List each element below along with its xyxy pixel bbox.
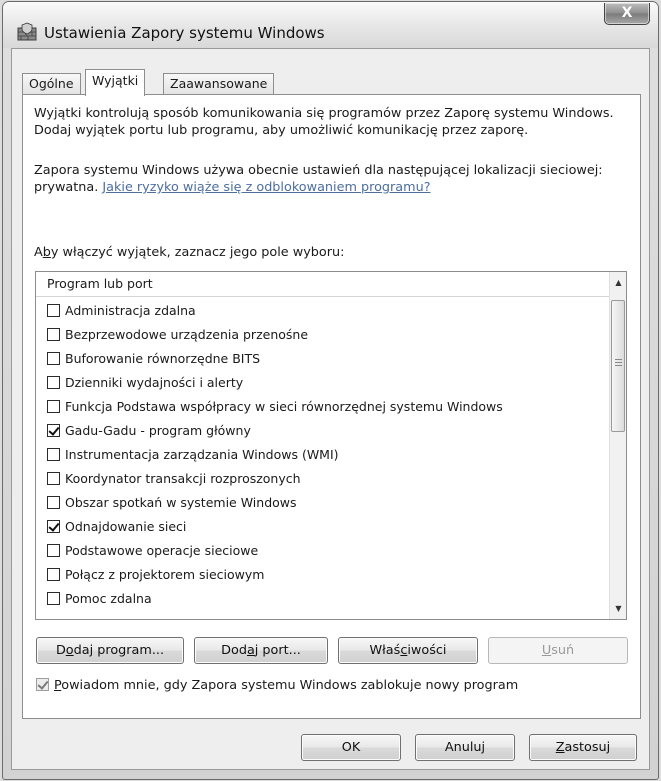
exception-label: Odnajdowanie sieci — [65, 519, 187, 534]
list-item[interactable]: Administracja zdalna — [47, 300, 607, 322]
exception-label: Koordynator transakcji rozproszonych — [65, 471, 301, 486]
thumb-grip — [615, 362, 622, 363]
apply-button[interactable]: Zastosuj — [529, 734, 637, 761]
btn-accel: a — [246, 643, 255, 658]
exception-label: Obszar spotkań w systemie Windows — [65, 495, 297, 510]
exception-checkbox[interactable] — [47, 496, 60, 509]
exception-label: Dzienniki wydajności i alerty — [65, 375, 244, 390]
btn-text: D — [55, 643, 66, 658]
exceptions-panel: Wyjątki kontrolują sposób komunikowania … — [22, 94, 641, 719]
firewall-icon — [17, 22, 37, 41]
exceptions-list[interactable]: Program lub port Administracja zdalna Be… — [35, 271, 627, 620]
list-item[interactable]: Koordynator transakcji rozproszonych — [47, 468, 607, 490]
btn-text: astosuj — [564, 740, 611, 755]
instruction-part: A — [34, 245, 43, 260]
exception-checkbox[interactable] — [47, 448, 60, 461]
close-button[interactable]: X — [604, 3, 650, 25]
list-instruction: Aby włączyć wyjątek, zaznacz jego pole w… — [34, 245, 344, 260]
btn-accel: Z — [555, 740, 565, 755]
remove-button[interactable]: Usuń — [488, 637, 628, 664]
exception-checkbox[interactable] — [47, 376, 60, 389]
exception-label: Pomoc zdalna — [65, 591, 152, 606]
list-item[interactable]: Buforowanie równorzędne BITS — [47, 348, 607, 370]
instruction-accel: b — [42, 245, 51, 260]
add-program-button[interactable]: Dodaj program... — [36, 637, 184, 664]
exception-label: Gadu-Gadu - program główny — [65, 423, 251, 438]
tab-exceptions[interactable]: Wyjątki — [85, 69, 146, 96]
column-header-program[interactable]: Program lub port — [36, 272, 610, 297]
exception-checkbox[interactable] — [47, 520, 60, 533]
exception-label: Instrumentacja zarządzania Windows (WMI) — [65, 447, 339, 462]
scroll-up-arrow-icon[interactable]: ▲ — [610, 274, 626, 291]
risk-help-link[interactable]: Jakie ryzyko wiąże się z odblokowaniem p… — [102, 180, 430, 195]
btn-text: iwości — [407, 643, 447, 658]
list-item[interactable]: Podstawowe operacje sieciowe — [47, 540, 607, 562]
exception-checkbox[interactable] — [47, 544, 60, 557]
btn-accel: U — [541, 643, 552, 658]
instruction-part: y włączyć wyjątek, zaznacz jego pole wyb… — [50, 245, 345, 260]
dialog-window: Ustawienia Zapory systemu Windows X Ogól… — [2, 1, 659, 780]
exception-label: Bezprzewodowe urządzenia przenośne — [65, 327, 309, 342]
list-scrollbar[interactable]: ▲ ▼ — [609, 272, 626, 619]
exception-checkbox[interactable] — [47, 400, 60, 413]
list-item[interactable]: Gadu-Gadu - program główny — [47, 420, 607, 442]
list-item[interactable]: Obszar spotkań w systemie Windows — [47, 492, 607, 514]
exception-label: Buforowanie równorzędne BITS — [65, 351, 261, 366]
cancel-button[interactable]: Anuluj — [415, 734, 515, 761]
thumb-grip — [615, 359, 622, 360]
list-item[interactable]: Pomoc zdalna — [47, 588, 607, 610]
close-icon: X — [621, 5, 633, 21]
exception-label: Administracja zdalna — [65, 303, 196, 318]
exception-label: Podstawowe operacje sieciowe — [65, 543, 259, 558]
btn-text: daj program... — [73, 643, 165, 658]
network-location-text: Zapora systemu Windows używa obecnie ust… — [34, 162, 624, 196]
scroll-down-arrow-icon[interactable]: ▼ — [610, 600, 626, 617]
list-item[interactable]: Instrumentacja zarządzania Windows (WMI) — [47, 444, 607, 466]
list-item[interactable]: Funkcja Podstawa współpracy w sieci równ… — [47, 396, 607, 418]
exception-checkbox[interactable] — [47, 328, 60, 341]
list-item[interactable]: Połącz z projektorem sieciowym — [47, 564, 607, 586]
list-item[interactable]: Bezprzewodowe urządzenia przenośne — [47, 324, 607, 346]
btn-accel: o — [65, 643, 74, 658]
title-bar[interactable]: Ustawienia Zapory systemu Windows X — [3, 2, 658, 48]
notify-text: owiadom mnie, gdy Zapora systemu Windows… — [61, 678, 519, 693]
exception-label: Połącz z projektorem sieciowym — [65, 567, 265, 582]
btn-text: Dod — [221, 643, 247, 658]
btn-text: j port... — [254, 643, 301, 658]
thumb-grip — [615, 365, 622, 366]
tab-general[interactable]: Ogólne — [22, 73, 81, 95]
add-port-button[interactable]: Dodaj port... — [194, 637, 328, 664]
properties-button[interactable]: Właściwości — [338, 637, 478, 664]
window-title: Ustawienia Zapory systemu Windows — [44, 24, 325, 42]
exception-checkbox[interactable] — [47, 568, 60, 581]
exception-label: Funkcja Podstawa współpracy w sieci równ… — [65, 399, 503, 414]
tab-advanced[interactable]: Zaawansowane — [163, 73, 275, 95]
btn-text: Właś — [369, 643, 401, 658]
exceptions-description: Wyjątki kontrolują sposób komunikowania … — [34, 106, 614, 138]
exception-checkbox[interactable] — [47, 304, 60, 317]
ok-button[interactable]: OK — [301, 734, 401, 761]
exception-checkbox[interactable] — [47, 352, 60, 365]
list-item[interactable]: Dzienniki wydajności i alerty — [47, 372, 607, 394]
list-item[interactable]: Odnajdowanie sieci — [47, 516, 607, 538]
btn-text: suń — [551, 643, 575, 658]
exception-checkbox[interactable] — [47, 472, 60, 485]
exception-checkbox[interactable] — [47, 424, 60, 437]
scroll-thumb[interactable] — [611, 300, 625, 432]
exception-checkbox[interactable] — [47, 592, 60, 605]
dialog-client: Ogólne Wyjątki Zaawansowane Wyjątki kont… — [11, 48, 650, 770]
notify-option[interactable]: Powiadom mnie, gdy Zapora systemu Window… — [36, 678, 518, 693]
notify-checkbox[interactable] — [36, 678, 49, 691]
